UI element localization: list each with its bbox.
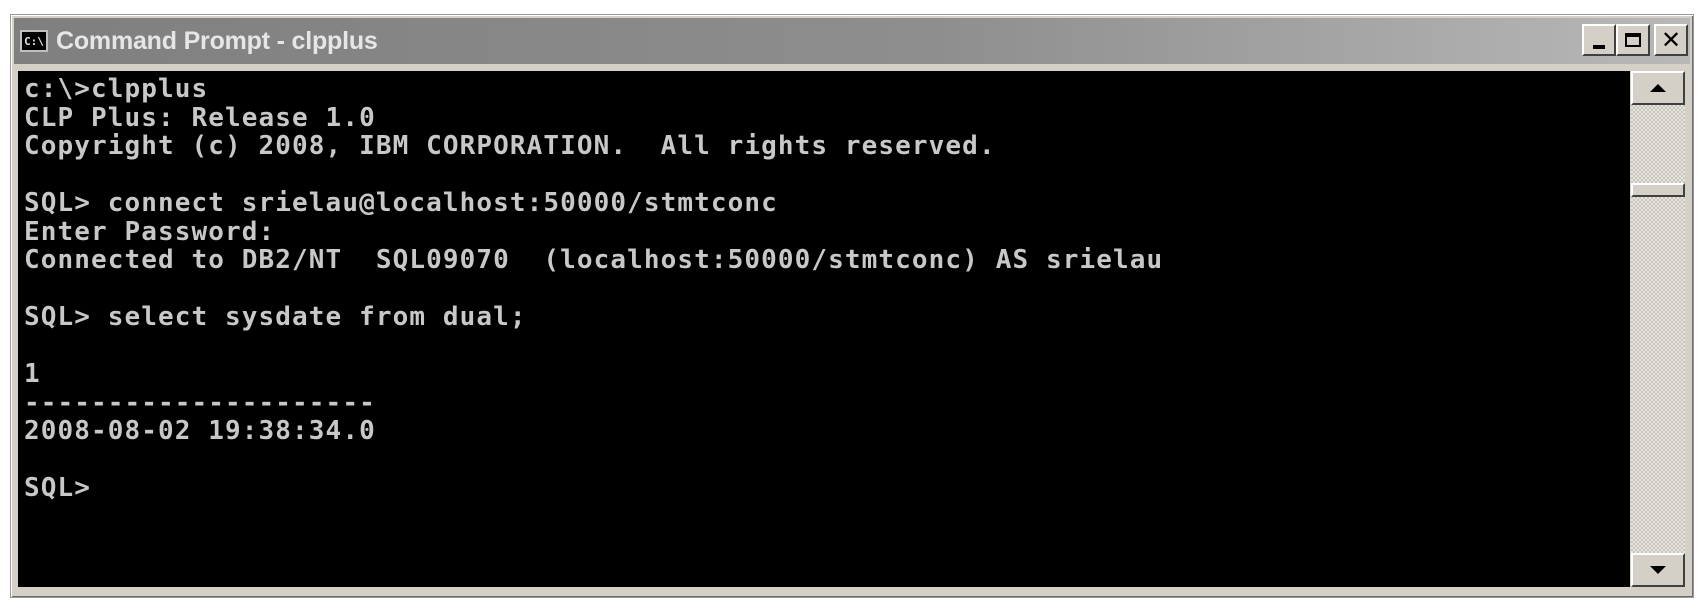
console-line: CLP Plus: Release 1.0: [24, 102, 376, 133]
window-title: Command Prompt - clpplus: [56, 26, 378, 55]
minimize-button[interactable]: [1582, 24, 1616, 56]
close-button[interactable]: ✕: [1654, 24, 1688, 56]
console-line: SQL> connect srielau@localhost:50000/stm…: [24, 188, 778, 218]
console-line: 2008-08-02 19:38:34.0: [24, 416, 376, 446]
scroll-thumb[interactable]: [1631, 183, 1685, 197]
console-output[interactable]: c:\>clpplus CLP Plus: Release 1.0 Copyri…: [18, 71, 1630, 587]
command-prompt-window: C:\ Command Prompt - clpplus ✕ c:\>clppl…: [10, 14, 1694, 598]
scroll-up-button[interactable]: [1631, 71, 1685, 105]
arrow-down-icon: [1650, 566, 1666, 574]
maximize-button[interactable]: [1616, 24, 1650, 56]
console-line: 1: [24, 359, 41, 389]
window-controls: ✕: [1582, 24, 1688, 56]
maximize-icon: [1625, 33, 1641, 47]
console-line: SQL>: [24, 473, 92, 503]
console-line: Connected to DB2/NT SQL09070 (localhost:…: [24, 245, 1164, 275]
console-line: Enter Password:: [24, 216, 276, 247]
console-line: ---------------------: [24, 387, 376, 418]
arrow-up-icon: [1650, 84, 1666, 92]
close-icon: ✕: [1660, 26, 1682, 54]
scroll-down-button[interactable]: [1631, 553, 1685, 587]
console-line: c:\>clpplus: [24, 74, 209, 104]
cmd-icon-label: C:\: [24, 34, 44, 48]
minimize-icon: [1593, 45, 1605, 49]
vertical-scrollbar[interactable]: [1631, 71, 1685, 587]
cmd-icon[interactable]: C:\: [20, 30, 48, 52]
title-bar[interactable]: C:\ Command Prompt - clpplus ✕: [14, 18, 1690, 64]
console-line: Copyright (c) 2008, IBM CORPORATION. All…: [24, 131, 996, 161]
console-line: SQL> select sysdate from dual;: [24, 302, 527, 332]
console-text: c:\>clpplus CLP Plus: Release 1.0 Copyri…: [18, 71, 1630, 503]
